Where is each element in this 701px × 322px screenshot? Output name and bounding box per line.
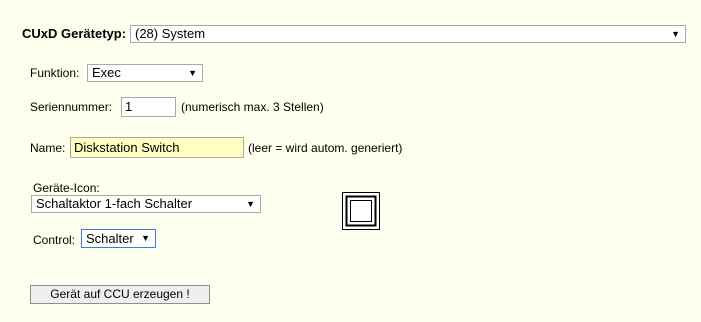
control-select[interactable]: Schalter ▼ — [81, 229, 156, 248]
serial-hint: (numerisch max. 3 Stellen) — [181, 100, 324, 114]
name-input[interactable]: Diskstation Switch — [70, 137, 244, 158]
chevron-down-icon: ▼ — [671, 29, 680, 39]
device-type-label: CUxD Gerätetyp: — [22, 26, 127, 41]
function-select[interactable]: Exec ▼ — [87, 64, 203, 82]
chevron-down-icon: ▼ — [141, 233, 150, 243]
icon-select[interactable]: Schaltaktor 1-fach Schalter ▼ — [31, 195, 261, 213]
name-hint: (leer = wird autom. generiert) — [248, 141, 403, 155]
chevron-down-icon: ▼ — [188, 68, 197, 78]
name-label: Name: — [30, 141, 66, 155]
function-label: Funktion: — [30, 66, 80, 80]
create-device-button[interactable]: Gerät auf CCU erzeugen ! — [30, 285, 210, 304]
icon-label: Geräte-Icon: — [33, 181, 100, 195]
serial-input[interactable]: 1 — [121, 97, 176, 117]
function-value: Exec — [92, 65, 121, 80]
device-type-select[interactable]: (28) System ▼ — [130, 25, 686, 43]
serial-label: Seriennummer: — [30, 100, 113, 114]
control-value: Schalter — [86, 231, 134, 246]
device-type-value: (28) System — [135, 26, 206, 41]
switch-actuator-icon — [342, 192, 380, 230]
chevron-down-icon: ▼ — [246, 199, 255, 209]
icon-value: Schaltaktor 1-fach Schalter — [36, 196, 193, 211]
control-label: Control: — [33, 233, 76, 247]
